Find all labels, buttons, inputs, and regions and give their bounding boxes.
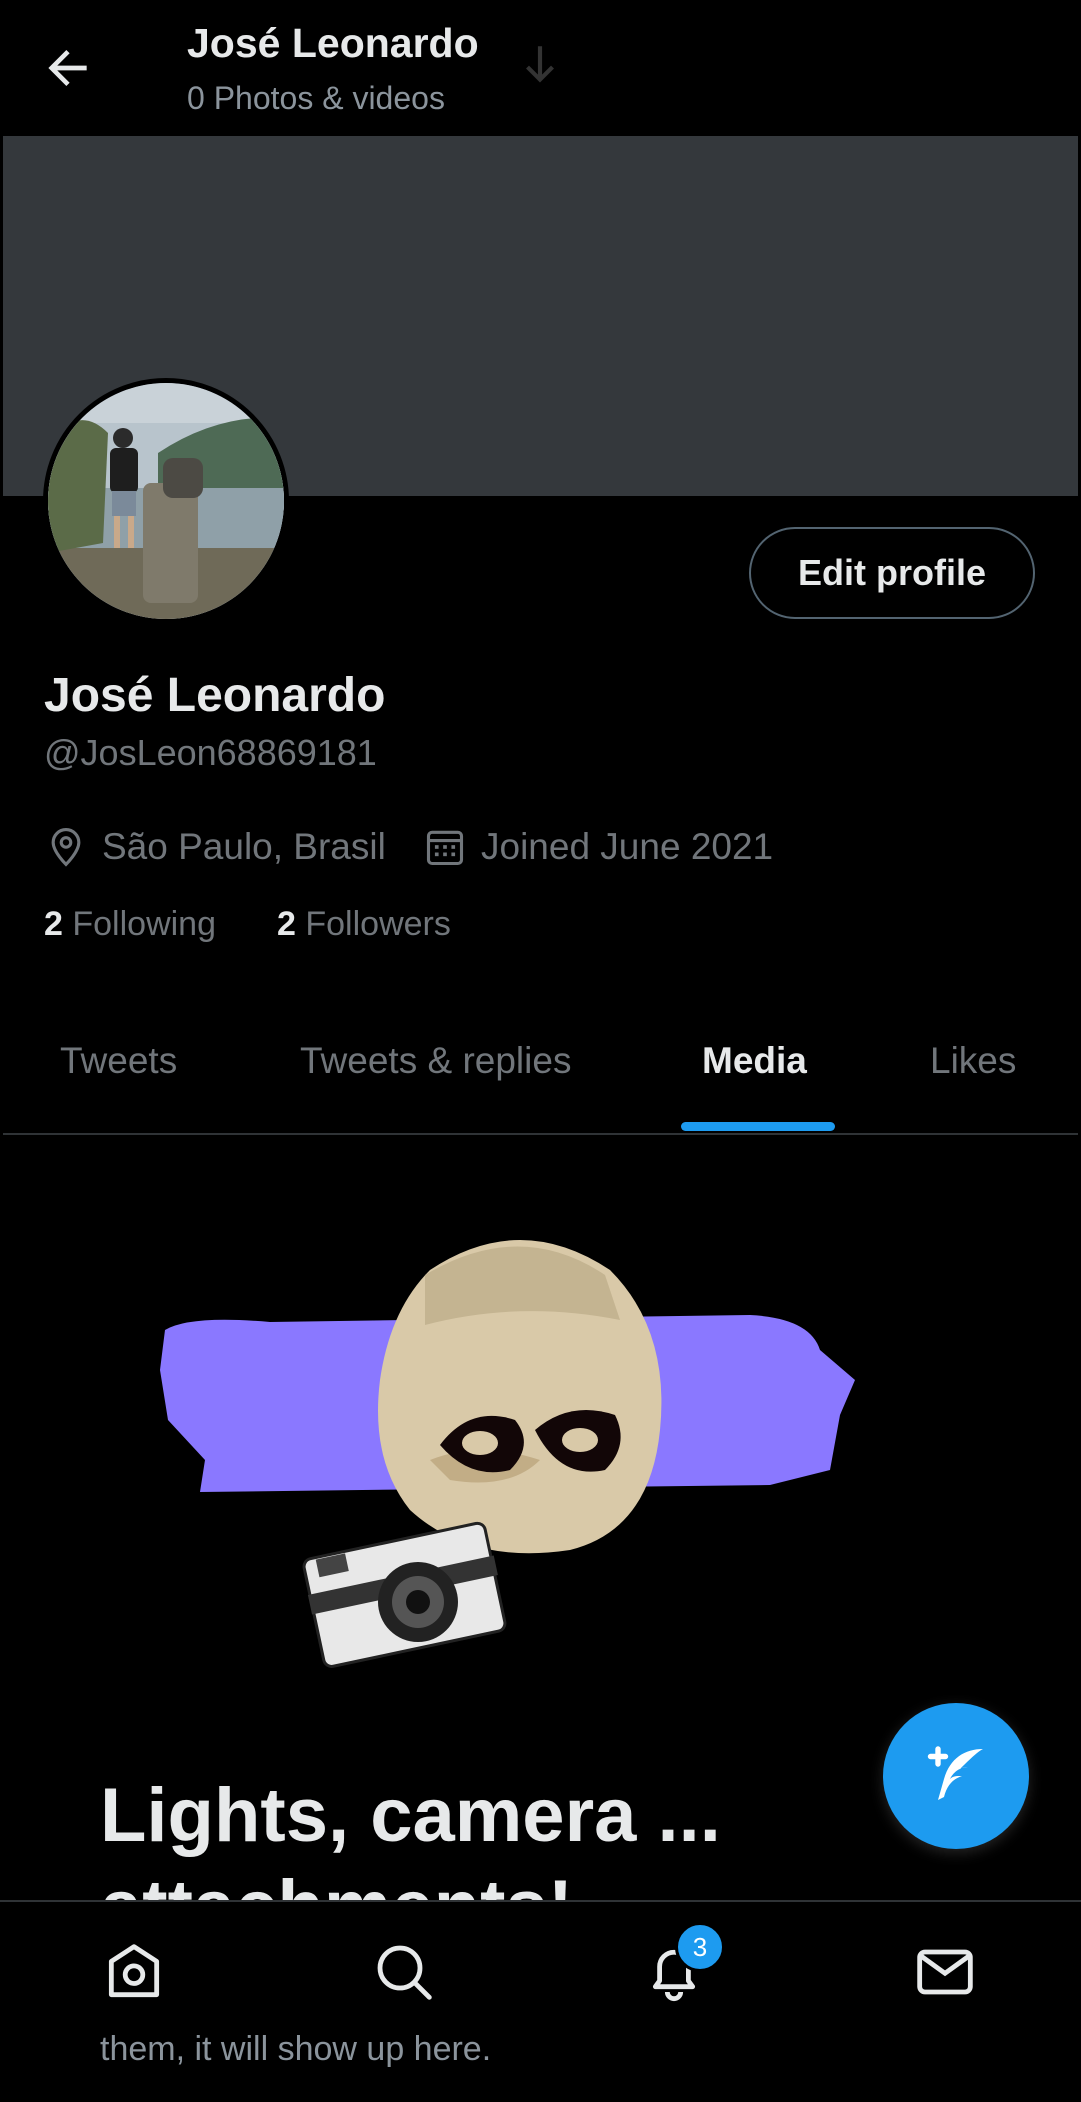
- header-title: José Leonardo: [187, 20, 479, 66]
- location-pin-icon: [51, 828, 81, 867]
- tabs-divider: [3, 1133, 1078, 1135]
- following-count: 2: [44, 905, 63, 943]
- home-icon[interactable]: [102, 1940, 166, 2004]
- location-text: São Paulo, Brasil: [102, 826, 386, 867]
- calendar-icon: [426, 830, 464, 866]
- header-subtitle: 0 Photos & videos: [187, 80, 445, 116]
- empty-media-illustration: [160, 1240, 855, 1668]
- mail-icon[interactable]: [913, 1940, 977, 2004]
- following-link[interactable]: 2 Following: [44, 905, 216, 944]
- empty-state-body: them, it will show up here.: [100, 2030, 492, 2068]
- followers-count: 2: [277, 905, 296, 943]
- profile-handle: @JosLeon68869181: [44, 732, 377, 773]
- search-icon[interactable]: [372, 1940, 436, 2004]
- top-bar: José Leonardo 0 Photos & videos: [0, 0, 1081, 135]
- avatar[interactable]: [43, 378, 289, 624]
- edit-profile-button[interactable]: Edit profile: [749, 527, 1035, 619]
- active-tab-indicator: [681, 1122, 835, 1131]
- tab-likes[interactable]: Likes: [930, 1040, 1016, 1082]
- profile-name: José Leonardo: [44, 669, 386, 722]
- tab-tweets[interactable]: Tweets: [60, 1040, 177, 1082]
- arrow-left-icon[interactable]: [40, 40, 96, 96]
- profile-location: São Paulo, Brasil: [44, 822, 386, 872]
- arrow-down-icon: [526, 46, 554, 83]
- profile-joined: Joined June 2021: [423, 822, 773, 872]
- notifications-badge: 3: [675, 1922, 725, 1972]
- joined-text: Joined June 2021: [481, 826, 774, 867]
- compose-feather-icon: [927, 1746, 983, 1800]
- compose-tweet-button[interactable]: [883, 1703, 1029, 1849]
- following-label: Following: [72, 905, 216, 943]
- followers-link[interactable]: 2 Followers: [277, 905, 451, 944]
- tab-tweets-replies[interactable]: Tweets & replies: [300, 1040, 571, 1082]
- profile-tabs: Tweets Tweets & replies Media Likes: [0, 1020, 1081, 1135]
- followers-label: Followers: [305, 905, 451, 943]
- tab-media[interactable]: Media: [702, 1040, 807, 1082]
